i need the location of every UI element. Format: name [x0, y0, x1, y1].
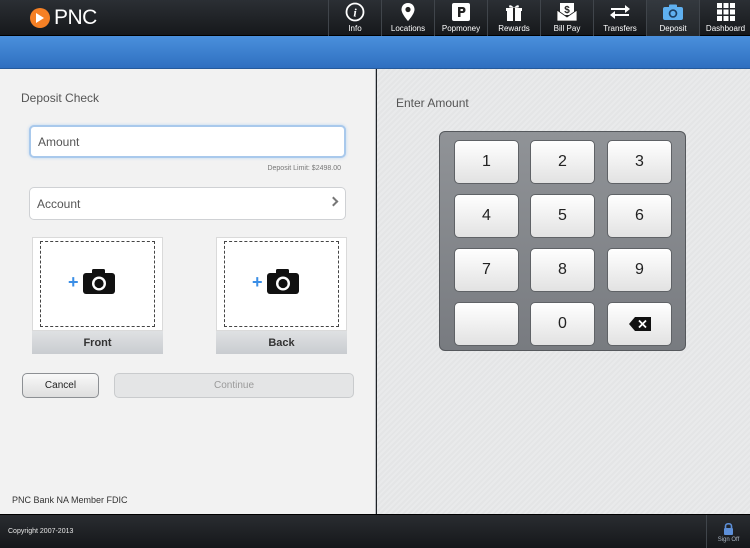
lock-icon	[724, 522, 733, 535]
key-7[interactable]: 7	[454, 248, 519, 292]
nav-item-locations[interactable]: Locations	[381, 0, 434, 36]
sign-off-button[interactable]: Sign Off	[706, 515, 750, 548]
amount-placeholder: Amount	[38, 134, 80, 149]
key-4[interactable]: 4	[454, 194, 519, 238]
camera-icon	[82, 269, 115, 294]
map-pin-icon	[397, 1, 419, 23]
front-check-image-area[interactable]: +	[32, 237, 163, 331]
grid-icon	[715, 1, 737, 23]
key-2[interactable]: 2	[530, 140, 595, 184]
front-label: Front	[32, 331, 163, 354]
account-selector[interactable]: Account	[29, 187, 346, 220]
bill-pay-icon: $	[556, 1, 578, 23]
add-photo: +	[252, 268, 300, 295]
chevron-right-icon	[328, 196, 339, 207]
nav-label: Locations	[390, 24, 426, 33]
nav-item-dashboard[interactable]: Dashboard	[699, 0, 750, 36]
key-0[interactable]: 0	[530, 302, 595, 346]
key-blank[interactable]	[454, 302, 519, 346]
key-3[interactable]: 3	[607, 140, 672, 184]
header-band	[0, 36, 750, 69]
copyright-text: Copyright 2007-2013	[8, 528, 74, 535]
nav-item-popmoney[interactable]: Popmoney	[434, 0, 487, 36]
front-check-capture[interactable]: + Front	[32, 237, 163, 354]
amount-input[interactable]: Amount	[29, 125, 346, 158]
key-6[interactable]: 6	[607, 194, 672, 238]
back-check-capture[interactable]: + Back	[216, 237, 347, 354]
key-backspace[interactable]	[607, 302, 672, 346]
backspace-icon	[628, 317, 651, 331]
sign-off-label: Sign Off	[717, 536, 740, 543]
top-navigation-bar: PNC i Info Locations Popmoney Rewards $ …	[0, 0, 750, 36]
nav-label: Popmoney	[441, 24, 481, 33]
plus-icon: +	[68, 271, 79, 292]
nav-item-deposit[interactable]: Deposit	[646, 0, 699, 36]
keypad-title: Enter Amount	[396, 96, 469, 110]
nav-label: Info	[348, 24, 362, 33]
nav-item-rewards[interactable]: Rewards	[487, 0, 540, 36]
key-9[interactable]: 9	[607, 248, 672, 292]
key-8[interactable]: 8	[530, 248, 595, 292]
main-nav: i Info Locations Popmoney Rewards $ Bill…	[328, 0, 750, 36]
pnc-logo[interactable]: PNC	[30, 6, 97, 30]
svg-text:$: $	[564, 5, 570, 16]
add-photo: +	[68, 268, 116, 295]
popmoney-icon	[450, 1, 472, 23]
transfer-arrows-icon	[609, 1, 631, 23]
svg-text:i: i	[353, 6, 357, 20]
gift-icon	[503, 1, 525, 23]
nav-label: Bill Pay	[553, 24, 581, 33]
account-placeholder: Account	[37, 196, 81, 211]
footer-bar: Copyright 2007-2013 Sign Off	[0, 514, 750, 548]
keypad-panel: Enter Amount 1 2 3 4 5 6 7 8 9 0	[377, 69, 750, 514]
back-check-image-area[interactable]: +	[216, 237, 347, 331]
nav-label: Rewards	[498, 24, 530, 33]
cancel-button[interactable]: Cancel	[22, 373, 99, 398]
panel-title: Deposit Check	[21, 91, 100, 105]
back-label: Back	[216, 331, 347, 354]
pnc-logo-text: PNC	[54, 6, 97, 29]
deposit-limit-text: Deposit Limit: $2498.00	[267, 165, 341, 172]
camera-icon	[662, 1, 684, 23]
fdic-notice: PNC Bank NA Member FDIC	[12, 495, 128, 505]
nav-item-bill-pay[interactable]: $ Bill Pay	[540, 0, 593, 36]
nav-item-transfers[interactable]: Transfers	[593, 0, 646, 36]
deposit-check-panel: Deposit Check Amount Deposit Limit: $249…	[0, 69, 376, 514]
pnc-logo-mark-icon	[30, 8, 50, 28]
camera-icon	[266, 269, 299, 294]
numeric-keypad: 1 2 3 4 5 6 7 8 9 0	[439, 131, 686, 351]
nav-label: Deposit	[659, 24, 687, 33]
plus-icon: +	[252, 271, 263, 292]
continue-button[interactable]: Continue	[114, 373, 354, 398]
info-icon: i	[344, 1, 366, 23]
key-5[interactable]: 5	[530, 194, 595, 238]
nav-label: Dashboard	[705, 24, 746, 33]
nav-item-info[interactable]: i Info	[328, 0, 381, 36]
key-1[interactable]: 1	[454, 140, 519, 184]
nav-label: Transfers	[603, 24, 637, 33]
